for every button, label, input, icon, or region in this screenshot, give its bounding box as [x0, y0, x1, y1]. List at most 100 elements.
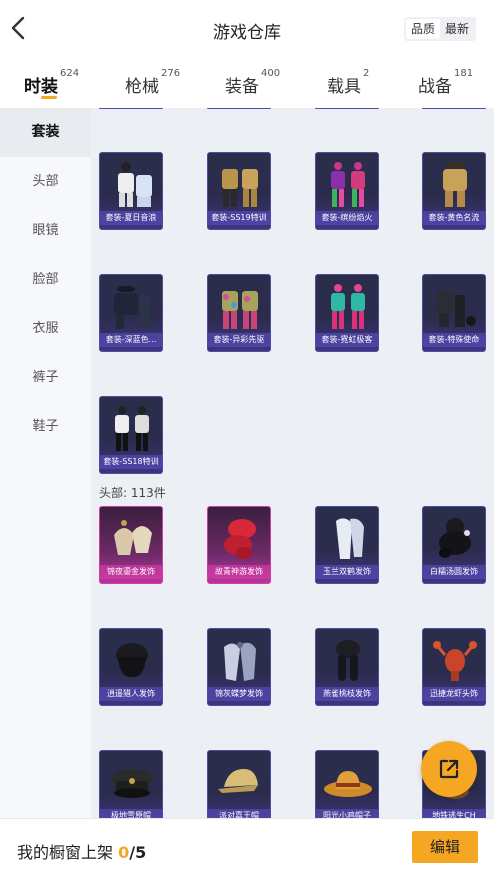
item-card[interactable]: 锦灰蝶梦发饰	[207, 628, 271, 706]
showcase-total: /5	[129, 843, 147, 862]
tab-label: 战备	[418, 77, 452, 97]
edit-button[interactable]: 编辑	[412, 831, 478, 863]
item-label: 套装-SS19特训	[208, 211, 270, 225]
tab-count: 181	[454, 68, 474, 79]
item-label: 套装-深蓝色...	[100, 333, 162, 347]
item-label: 地铁逃生CH	[423, 809, 485, 818]
item-label: 派对嘉王帽	[208, 809, 270, 818]
tab-label: 载具	[327, 77, 361, 97]
item-card[interactable]: 套装-异彩先驱	[207, 274, 271, 352]
item-label: 套装-霓虹极客	[316, 333, 378, 347]
item-card[interactable]: 套装-SS18特训	[99, 396, 163, 474]
outfit-dark-icon	[437, 291, 476, 327]
sort-toggle[interactable]: 品质 最新	[404, 17, 476, 41]
item-label: 套装-特殊使命	[423, 333, 485, 347]
red-hair-icon	[224, 519, 256, 559]
lobster-headwear-icon	[433, 641, 477, 681]
braid-hair-icon	[336, 640, 360, 681]
card-peek	[315, 108, 379, 109]
showcase-label: 我的橱窗上架 0/5	[17, 839, 146, 863]
short-hair-icon	[116, 643, 148, 678]
item-label: 阳光小鸡帽子	[316, 809, 378, 818]
item-grid[interactable]: 套装-夏日音浪 套装-SS19特训 套装-缤纷焰火 套装-黄色名流 套装-深蓝色…	[91, 108, 494, 818]
sort-quality-option[interactable]: 品质	[406, 19, 440, 39]
item-card[interactable]: 极地雪原帽	[99, 750, 163, 818]
item-label: 玉兰双鹤发饰	[316, 565, 378, 579]
cowboy-hat-icon	[324, 771, 372, 797]
item-label: 套装-夏日音浪	[100, 211, 162, 225]
share-button[interactable]	[421, 741, 477, 797]
tab-label: 枪械	[125, 77, 159, 97]
category-tabs: 时装 624 枪械 276 装备 400 载具 2 战备 181	[0, 60, 494, 108]
item-card[interactable]: 故青神游发饰	[207, 506, 271, 584]
item-card[interactable]: 套装-深蓝色...	[99, 274, 163, 352]
hair-ornament-icon	[114, 520, 152, 555]
item-card[interactable]: 套装-缤纷焰火	[315, 152, 379, 230]
item-card[interactable]: 玉兰双鹤发饰	[315, 506, 379, 584]
sort-newest-option[interactable]: 最新	[440, 19, 474, 39]
item-label: 燕雀桃枝发饰	[316, 687, 378, 701]
item-label: 逍遥猎人发饰	[100, 687, 162, 701]
share-external-icon	[439, 759, 459, 779]
item-card[interactable]: 逍遥猎人发饰	[99, 628, 163, 706]
outfit-yellow-icon	[443, 162, 467, 207]
sidebar-item-glasses[interactable]: 眼镜	[0, 206, 91, 255]
tab-supplies[interactable]: 战备 181	[418, 60, 473, 108]
active-tab-indicator	[41, 96, 57, 99]
item-card[interactable]: 锦夜鎏金发饰	[99, 506, 163, 584]
item-card[interactable]: 套装-霓虹极客	[315, 274, 379, 352]
tab-count: 2	[363, 68, 370, 79]
item-card[interactable]: 套装-夏日音浪	[99, 152, 163, 230]
item-card[interactable]: 迅捷龙虾头饰	[422, 628, 486, 706]
outfit-neon-icon	[331, 284, 365, 329]
subcategory-sidebar: 套装 头部 眼镜 脸部 衣服 裤子 鞋子	[0, 108, 91, 818]
item-label: 套装-SS18特训	[100, 455, 162, 469]
item-label: 锦灰蝶梦发饰	[208, 687, 270, 701]
sidebar-item-clothes[interactable]: 衣服	[0, 304, 91, 353]
card-peek	[99, 108, 163, 109]
outfit-white-icon	[118, 162, 152, 207]
tab-count: 400	[261, 68, 281, 79]
item-label: 锦夜鎏金发饰	[100, 565, 162, 579]
tab-count: 624	[60, 68, 80, 79]
section-title-head: 头部: 113件	[99, 486, 166, 500]
sidebar-item-head[interactable]: 头部	[0, 157, 91, 206]
item-card[interactable]: 套装-SS19特训	[207, 152, 271, 230]
sidebar-item-face[interactable]: 脸部	[0, 255, 91, 304]
item-label: 套装-异彩先驱	[208, 333, 270, 347]
item-label: 故青神游发饰	[208, 565, 270, 579]
tab-count: 276	[161, 68, 181, 79]
showcase-count: 0/5	[118, 843, 146, 862]
item-label: 套装-缤纷焰火	[316, 211, 378, 225]
bun-hair-icon	[439, 518, 471, 558]
tab-firearms[interactable]: 枪械 276	[125, 60, 180, 108]
tab-vehicles[interactable]: 载具 2	[327, 60, 369, 108]
cap-icon	[218, 769, 258, 793]
sidebar-item-shoes[interactable]: 鞋子	[0, 402, 91, 451]
outfit-gold-icon	[222, 169, 258, 207]
tab-fashion[interactable]: 时装 624	[24, 60, 79, 108]
showcase-text: 我的橱窗上架	[17, 843, 114, 862]
item-label: 极地雪原帽	[100, 809, 162, 818]
item-card[interactable]: 白糯汤圆发饰	[422, 506, 486, 584]
outfit-black-white-icon	[115, 406, 149, 451]
sidebar-item-pants[interactable]: 裤子	[0, 353, 91, 402]
card-peek	[422, 108, 486, 109]
item-card[interactable]: 燕雀桃枝发饰	[315, 628, 379, 706]
showcase-bar: 我的橱窗上架 0/5 编辑	[0, 818, 494, 875]
showcase-current: 0	[118, 843, 130, 862]
item-label: 迅捷龙虾头饰	[423, 687, 485, 701]
item-label: 套装-黄色名流	[423, 211, 485, 225]
tab-equipment[interactable]: 装备 400	[225, 60, 280, 108]
item-card[interactable]: 套装-特殊使命	[422, 274, 486, 352]
header: 游戏仓库 品质 最新	[0, 0, 494, 60]
item-card[interactable]: 阳光小鸡帽子	[315, 750, 379, 818]
silver-hair-icon	[224, 642, 256, 681]
officer-cap-icon	[112, 769, 152, 798]
item-card[interactable]: 派对嘉王帽	[207, 750, 271, 818]
item-label: 白糯汤圆发饰	[423, 565, 485, 579]
sidebar-item-sets[interactable]: 套装	[0, 108, 91, 157]
item-card[interactable]: 套装-黄色名流	[422, 152, 486, 230]
white-hair-icon	[336, 518, 364, 559]
tab-label: 装备	[225, 77, 259, 97]
